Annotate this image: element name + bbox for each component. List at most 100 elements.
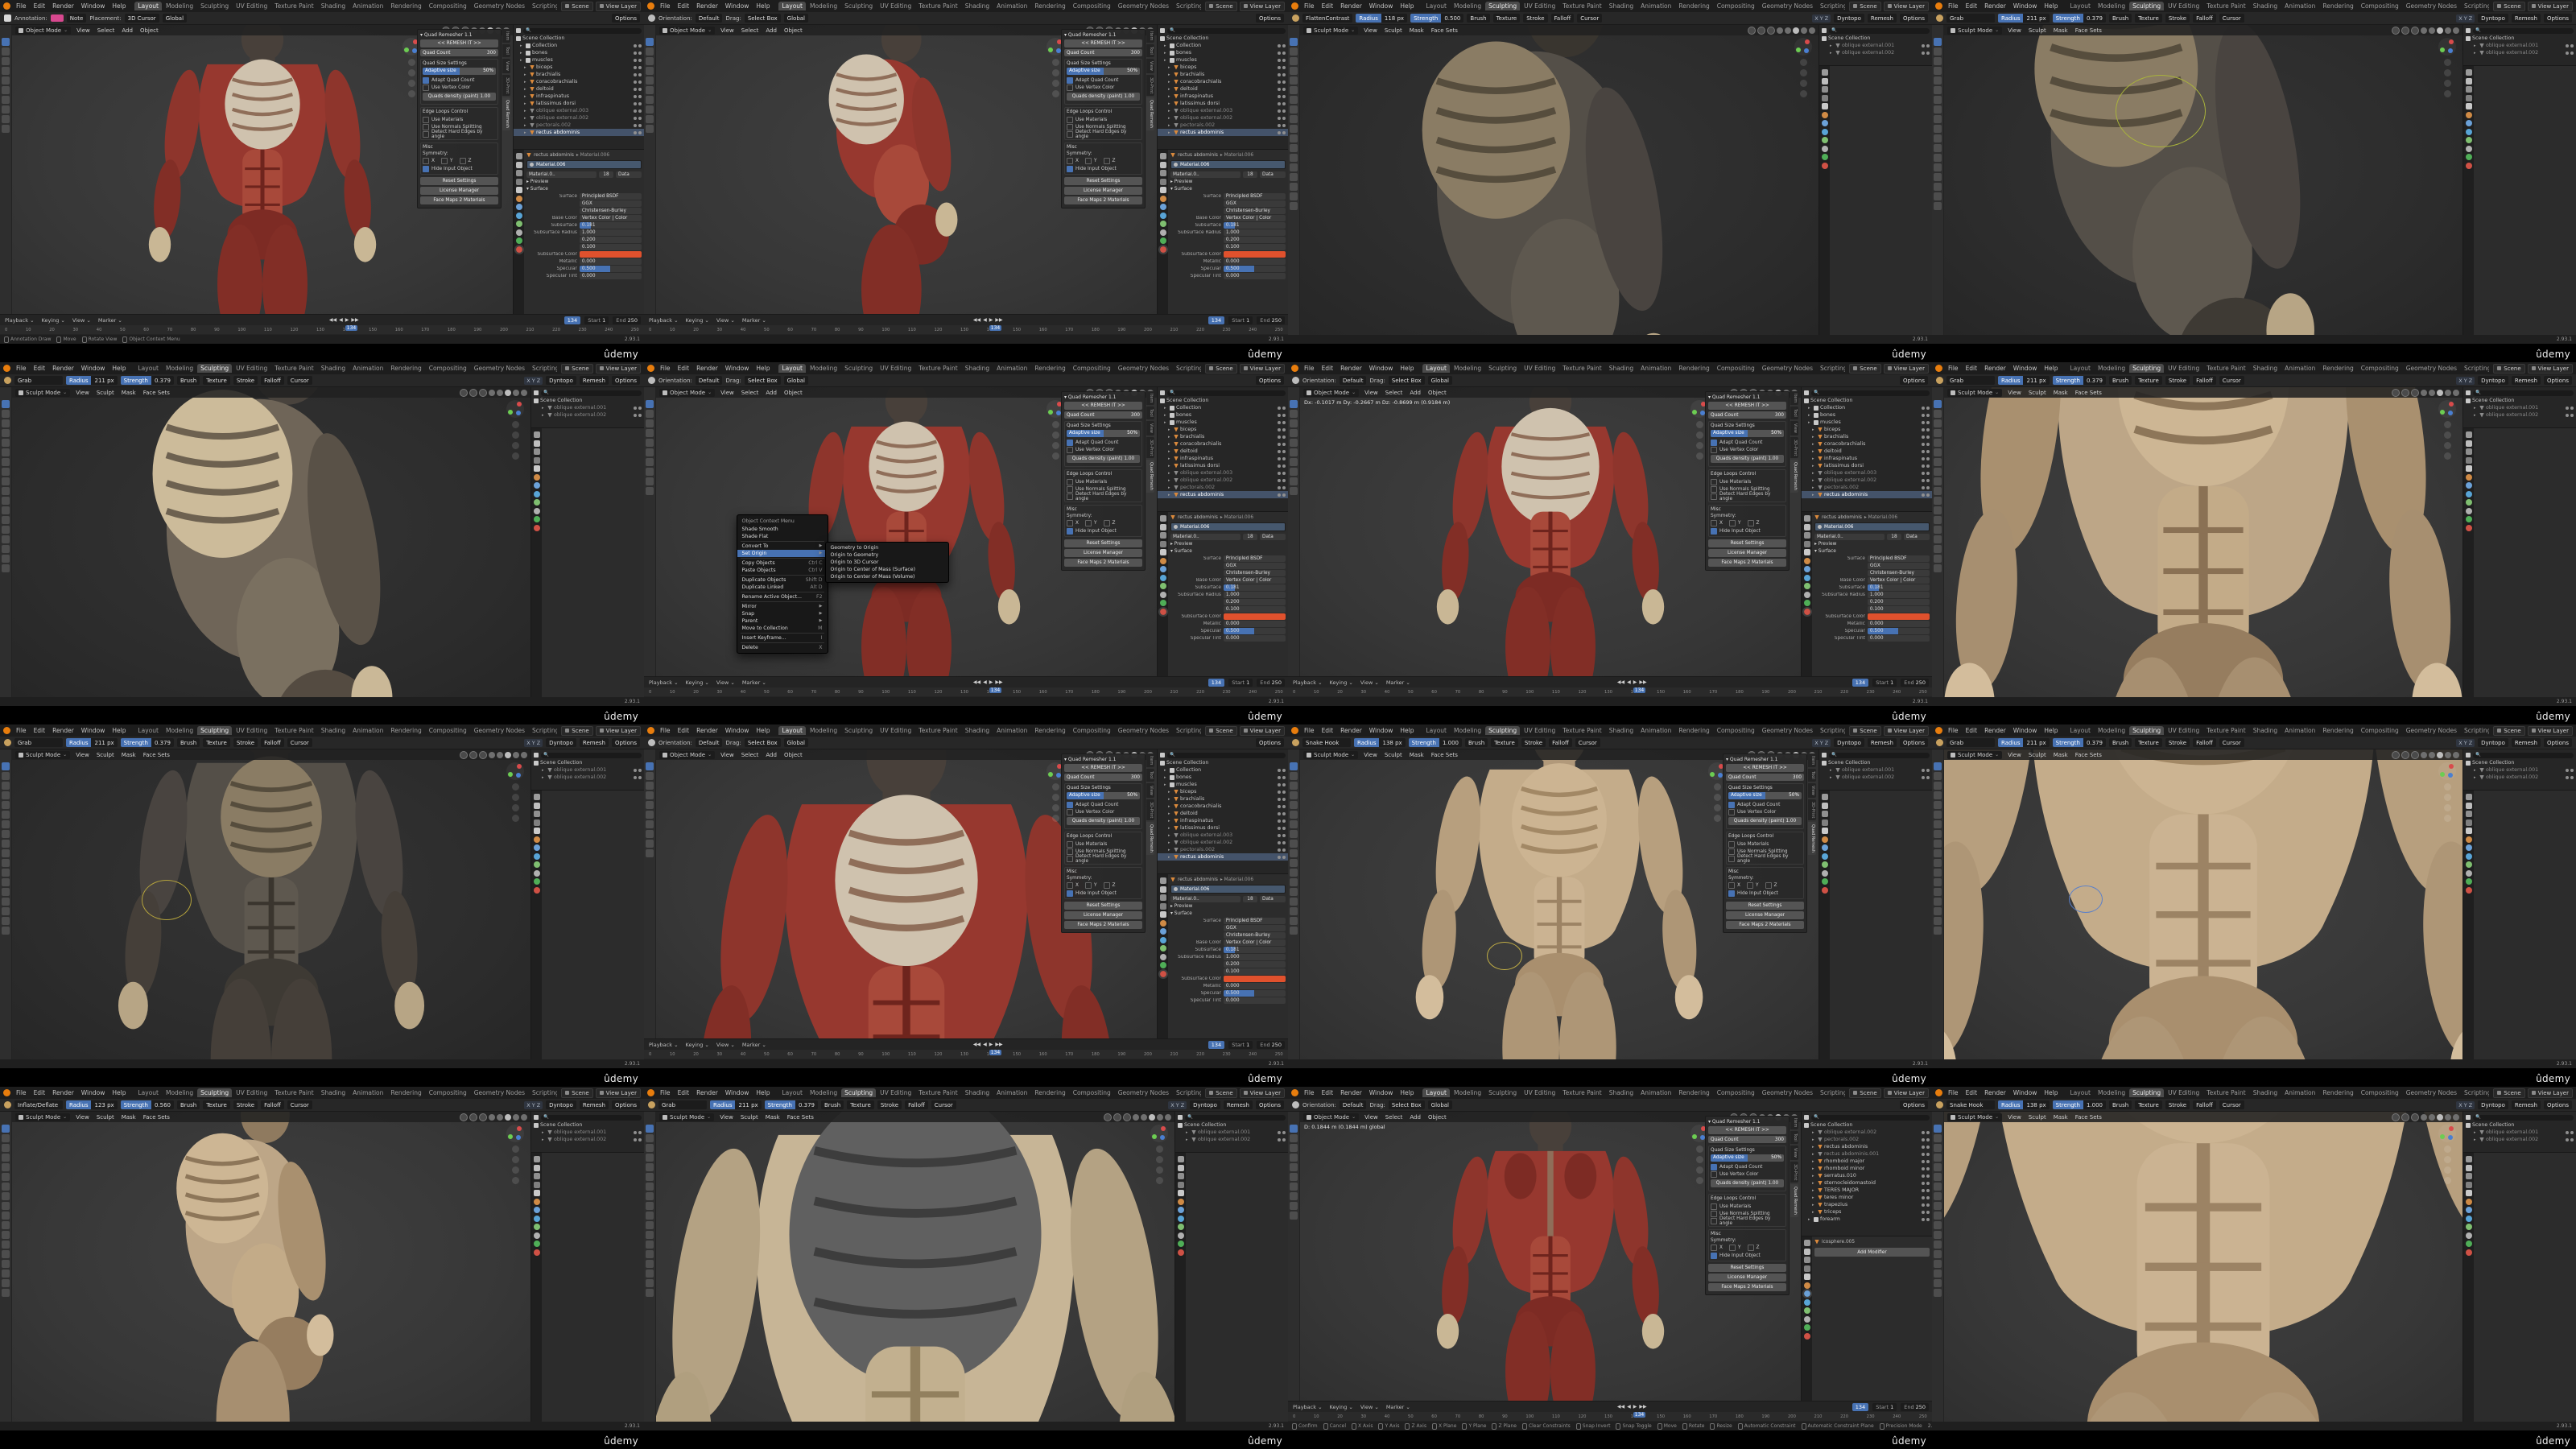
- workspace-tab-scripting[interactable]: Scripting: [529, 364, 557, 373]
- blender-logo-icon[interactable]: [1291, 1089, 1298, 1096]
- disable-camera-icon[interactable]: [2570, 1131, 2574, 1134]
- outliner-item[interactable]: ▸oblique external.003: [514, 107, 644, 114]
- mode-dropdown[interactable]: Sculpt Mode⌄: [15, 751, 70, 759]
- material-name-field[interactable]: Material.0..: [1170, 896, 1241, 902]
- xray-toggle-icon[interactable]: [2421, 390, 2427, 396]
- disable-camera-icon[interactable]: [1282, 95, 1286, 98]
- toolbar-tool-icon[interactable]: [1934, 1192, 1942, 1200]
- outliner-item[interactable]: ▸oblique external.002: [1175, 1136, 1288, 1143]
- properties-tab-icon[interactable]: [534, 491, 540, 497]
- properties-tab-icon[interactable]: [2466, 103, 2472, 109]
- properties-tab-icon[interactable]: [516, 196, 522, 202]
- material-users-badge[interactable]: 18: [1887, 534, 1901, 540]
- camera-view-icon[interactable]: [2444, 804, 2451, 811]
- toolbar-tool-icon[interactable]: [1290, 57, 1298, 65]
- properties-tab-icon[interactable]: [1804, 1307, 1810, 1314]
- properties-tab-icon[interactable]: [1822, 129, 1828, 135]
- timeline-menu-playback[interactable]: Playback ⌄: [1291, 1404, 1324, 1410]
- toolbar-tool-icon[interactable]: [1934, 173, 1942, 181]
- properties-tab-icon[interactable]: [1178, 1156, 1184, 1162]
- menubar-item-edit[interactable]: Edit: [32, 365, 47, 372]
- outliner-item[interactable]: ▸deltoid: [1802, 448, 1932, 455]
- n-panel-tab-tool[interactable]: Tool: [1808, 769, 1816, 782]
- options-dropdown[interactable]: Options: [2544, 376, 2572, 385]
- material-name-field[interactable]: Material.0..: [526, 171, 597, 178]
- shading-solid-icon[interactable]: [2437, 390, 2443, 396]
- surface-section-header[interactable]: ▾ Surface: [1170, 547, 1286, 555]
- toolbar-tool-icon[interactable]: [2, 801, 10, 809]
- toolbar-tool-icon[interactable]: [646, 820, 654, 828]
- outliner-search-input[interactable]: 🔍: [541, 1115, 642, 1121]
- mode-dropdown[interactable]: Object Mode⌄: [1303, 389, 1359, 397]
- navigation-gizmo[interactable]: [506, 1125, 524, 1142]
- properties-tab-icon[interactable]: [1160, 515, 1166, 522]
- viewport-3d[interactable]: Object Mode⌄ViewSelectAddObject▾ Quad Re…: [1300, 1112, 1801, 1401]
- property-value-field[interactable]: 0.500: [1224, 628, 1286, 634]
- n-panel-tab-item[interactable]: Item: [502, 29, 510, 43]
- toolbar-tool-icon[interactable]: [646, 1125, 654, 1133]
- workspace-tab-rendering[interactable]: Rendering: [387, 1088, 424, 1097]
- viewport-menu-mask[interactable]: Mask: [1408, 752, 1426, 758]
- toggle-view-icon[interactable]: [1800, 90, 1807, 97]
- orientation-dropdown[interactable]: Default: [696, 14, 723, 23]
- transform-orientation-dropdown[interactable]: Global: [1428, 376, 1452, 385]
- hide-eye-icon[interactable]: [1278, 88, 1281, 91]
- hide-eye-icon[interactable]: [1278, 1131, 1281, 1134]
- toolbar-tool-icon[interactable]: [1290, 38, 1298, 46]
- outliner-item[interactable]: ▸brachialis: [514, 71, 644, 78]
- viewport-menu-view[interactable]: View: [718, 1114, 735, 1121]
- strength-field[interactable]: Strength0.379: [2053, 738, 2106, 747]
- workspace-tab-uv-editing[interactable]: UV Editing: [233, 2, 270, 10]
- viewport-3d[interactable]: Object Mode⌄ViewSelectAddObject▾ Quad Re…: [1300, 387, 1801, 676]
- disable-camera-icon[interactable]: [1282, 443, 1286, 446]
- disable-camera-icon[interactable]: [638, 109, 642, 113]
- toolbar-tool-icon[interactable]: [2, 419, 10, 427]
- workspace-tab-texture-paint[interactable]: Texture Paint: [2203, 2, 2248, 10]
- outliner-item[interactable]: ▸oblique external.002: [2463, 49, 2576, 56]
- hide-eye-icon[interactable]: [1922, 1167, 1925, 1170]
- properties-tab-icon[interactable]: [1822, 803, 1828, 809]
- symmetry-x-checkbox[interactable]: X: [1067, 881, 1079, 889]
- view-layer-selector[interactable]: View Layer: [596, 1088, 641, 1098]
- hide-eye-icon[interactable]: [1278, 407, 1281, 410]
- toolbar-tool-icon[interactable]: [2, 545, 10, 553]
- toolbar-tool-icon[interactable]: [1290, 1212, 1298, 1220]
- menubar-item-render[interactable]: Render: [695, 727, 720, 734]
- timeline-menu-view[interactable]: View ⌄: [715, 317, 737, 324]
- context-menu-item-delete[interactable]: DeleteX: [737, 644, 828, 651]
- properties-tab-icon[interactable]: [2466, 525, 2472, 531]
- properties-tab-icon[interactable]: [1178, 1241, 1184, 1247]
- workspace-tab-compositing[interactable]: Compositing: [426, 364, 470, 373]
- sculpt-menu-texture[interactable]: Texture: [203, 738, 230, 747]
- shading-material-icon[interactable]: [1157, 1114, 1163, 1121]
- timeline-menu-playback[interactable]: Playback ⌄: [647, 317, 680, 324]
- properties-tab-icon[interactable]: [2466, 499, 2472, 506]
- navigation-gizmo[interactable]: [506, 400, 524, 418]
- xray-toggle-icon[interactable]: [489, 752, 495, 758]
- properties-tab-icon[interactable]: [1804, 524, 1810, 530]
- mirror-axis-x[interactable]: X: [526, 740, 530, 746]
- camera-view-icon[interactable]: [1052, 804, 1059, 811]
- zoom-view-icon[interactable]: [1696, 421, 1703, 428]
- viewport-3d[interactable]: Sculpt Mode⌄ViewSculptMaskFace Sets: [1944, 1112, 2462, 1422]
- n-panel-tab-item[interactable]: Item: [1146, 391, 1154, 405]
- toolbar-tool-icon[interactable]: [1290, 125, 1298, 133]
- property-value-field[interactable]: 0.100: [1868, 606, 1930, 613]
- outliner-item[interactable]: ▸serratus.010: [1802, 1172, 1932, 1179]
- navigation-gizmo[interactable]: [2438, 400, 2456, 418]
- toolbar-tool-icon[interactable]: [1290, 888, 1298, 896]
- surface-section-header[interactable]: ▾ Surface: [526, 185, 642, 192]
- n-panel-tab-quad-remesh[interactable]: Quad Remesh: [1146, 822, 1154, 855]
- view-layer-selector[interactable]: View Layer: [1884, 364, 1929, 374]
- mirror-axis-z[interactable]: Z: [2469, 740, 2472, 746]
- disable-camera-icon[interactable]: [638, 66, 642, 69]
- toolbar-tool-icon[interactable]: [1934, 1125, 1942, 1133]
- frame-end-field[interactable]: End250: [1257, 316, 1285, 324]
- blender-logo-icon[interactable]: [3, 2, 10, 10]
- toolbar-tool-icon[interactable]: [1934, 869, 1942, 877]
- dyntopo-dropdown[interactable]: Dyntopo: [2478, 738, 2508, 747]
- outliner-item[interactable]: ▸rectus abdominis: [1158, 129, 1288, 136]
- properties-tab-icon[interactable]: [1822, 878, 1828, 885]
- toolbar-tool-icon[interactable]: [1934, 419, 1942, 427]
- timeline-menu-keying[interactable]: Keying ⌄: [684, 317, 711, 324]
